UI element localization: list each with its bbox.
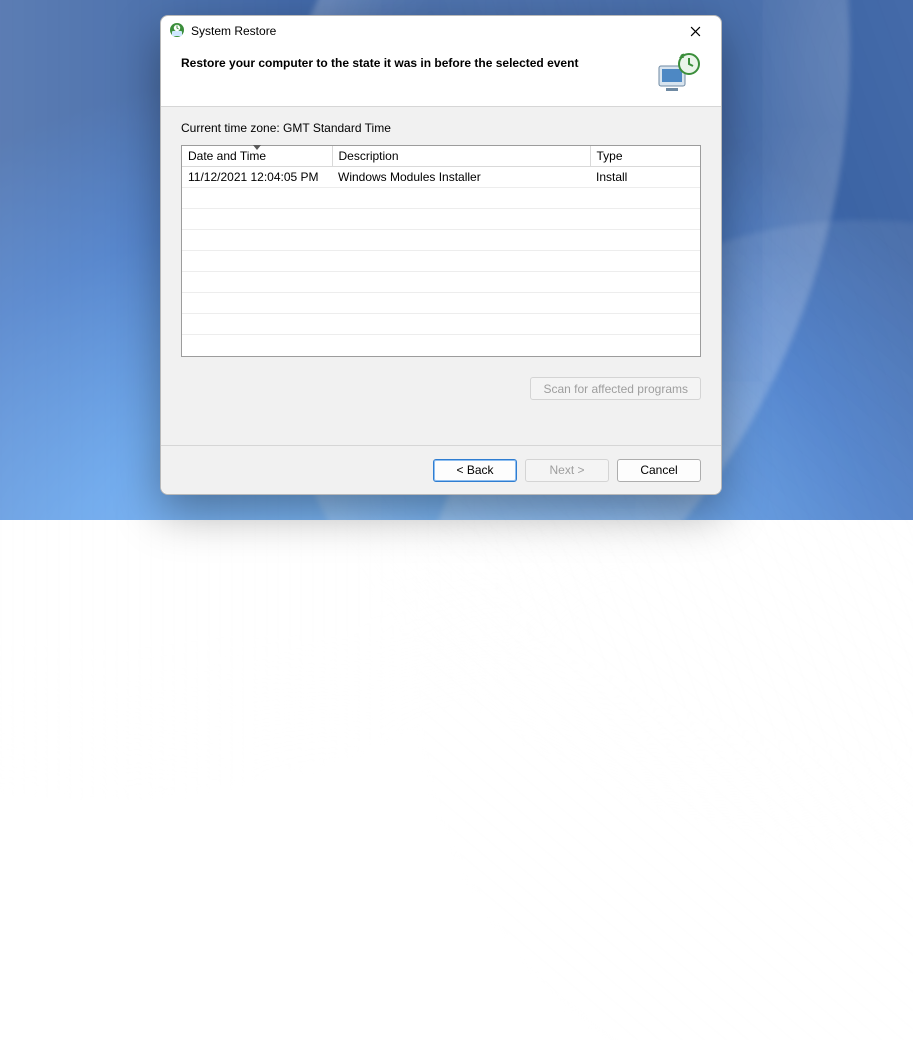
table-row: . (182, 188, 700, 209)
timezone-label: Current time zone: GMT Standard Time (181, 121, 701, 135)
sort-desc-icon (253, 145, 261, 150)
cell-type: Install (590, 167, 700, 188)
column-header-description[interactable]: Description (332, 146, 590, 167)
table-row: . (182, 209, 700, 230)
column-header-type[interactable]: Type (590, 146, 700, 167)
close-icon (690, 26, 701, 37)
wizard-header: Restore your computer to the state it wa… (161, 46, 721, 107)
cell-description: Windows Modules Installer (332, 167, 590, 188)
table-row: . (182, 251, 700, 272)
wizard-footer: < Back Next > Cancel (161, 445, 721, 494)
restore-points-table[interactable]: Date and Time Description Type 11/12/202… (181, 145, 701, 357)
cancel-button[interactable]: Cancel (617, 459, 701, 482)
table-row[interactable]: 11/12/2021 12:04:05 PM Windows Modules I… (182, 167, 700, 188)
window-title: System Restore (191, 24, 276, 38)
wizard-body: Current time zone: GMT Standard Time Dat… (161, 107, 721, 445)
table-row: . (182, 314, 700, 335)
titlebar: System Restore (161, 16, 721, 46)
system-restore-dialog: System Restore Restore your computer to … (160, 15, 722, 495)
table-row: . (182, 293, 700, 314)
column-header-datetime[interactable]: Date and Time (182, 146, 332, 167)
cell-datetime: 11/12/2021 12:04:05 PM (182, 167, 332, 188)
restore-icon (169, 22, 185, 41)
page-heading: Restore your computer to the state it wa… (181, 56, 643, 70)
next-button[interactable]: Next > (525, 459, 609, 482)
scan-affected-button[interactable]: Scan for affected programs (530, 377, 701, 400)
table-row: . (182, 230, 700, 251)
table-row: . (182, 272, 700, 293)
back-button[interactable]: < Back (433, 459, 517, 482)
close-button[interactable] (679, 19, 711, 43)
restore-hero-icon (657, 52, 701, 92)
